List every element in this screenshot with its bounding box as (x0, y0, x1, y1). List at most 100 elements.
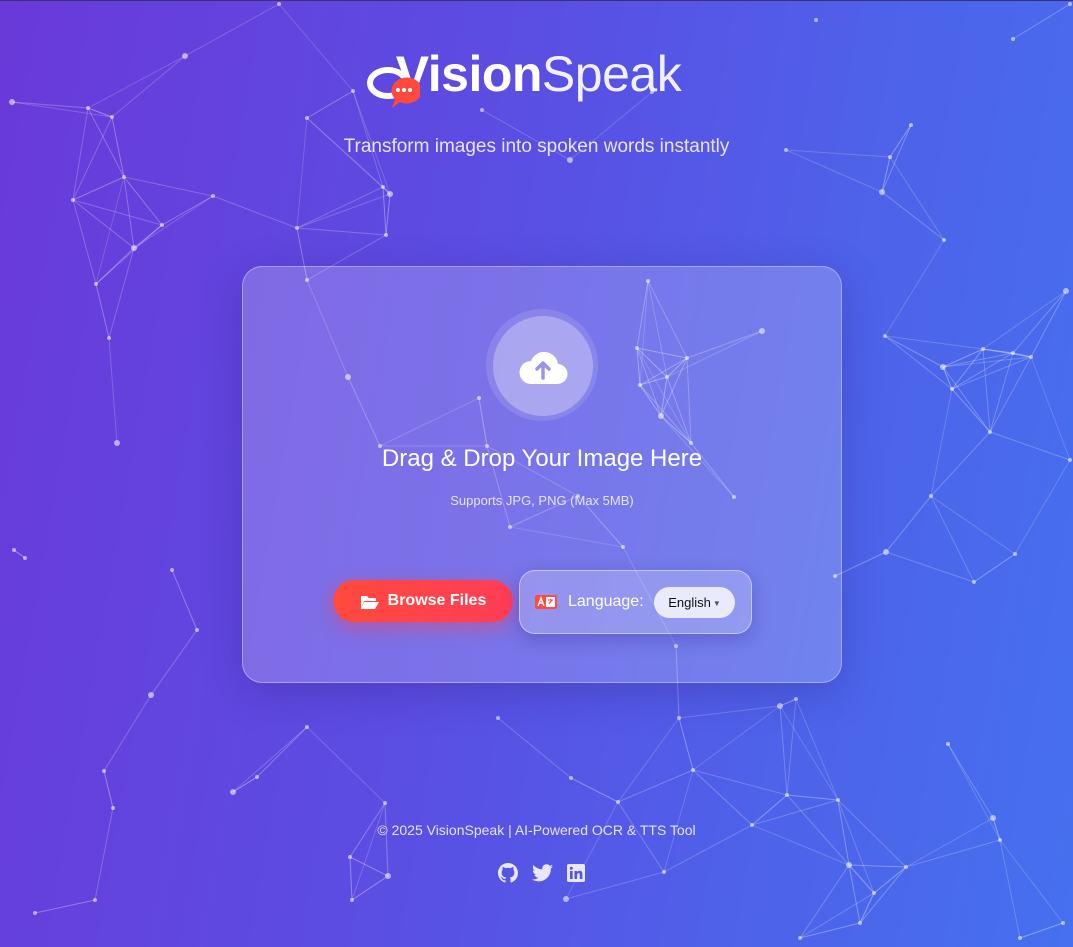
social-links (497, 862, 589, 884)
network-line (692, 705, 781, 771)
network-line (884, 239, 945, 337)
drop-zone-title: Drag & Drop Your Image Here (381, 445, 703, 472)
network-line (873, 866, 907, 894)
network-line (95, 283, 110, 339)
network-node (94, 282, 98, 286)
upload-card[interactable]: Drag & Drop Your Image Here Supports JPG… (242, 266, 842, 683)
network-node (480, 108, 484, 112)
network-line (212, 195, 298, 229)
network-node (1063, 288, 1069, 294)
cloud-upload-icon (519, 351, 568, 385)
network-line (889, 156, 945, 241)
network-line (382, 186, 387, 236)
eye-speech-icon (366, 67, 420, 108)
network-line (989, 356, 1032, 433)
network-node (387, 191, 393, 197)
network-node (946, 742, 950, 746)
network-line (1030, 290, 1067, 358)
network-line (678, 705, 781, 719)
network-line (795, 698, 839, 801)
network-line (947, 743, 994, 819)
github-icon (498, 863, 518, 883)
network-line (13, 549, 26, 559)
network-node (794, 697, 798, 701)
network-node (1018, 936, 1022, 940)
network-line (999, 839, 1021, 939)
network-node (1029, 355, 1033, 359)
network-node (950, 387, 954, 391)
network-node (940, 364, 946, 370)
network-node (148, 692, 154, 698)
network-node (71, 198, 75, 202)
network-node (211, 194, 215, 198)
network-line (349, 856, 389, 877)
network-line (497, 717, 572, 779)
network-node (1061, 921, 1065, 925)
network-line (11, 101, 113, 118)
network-node (1011, 351, 1015, 355)
network-line (779, 705, 839, 801)
network-node (904, 865, 908, 869)
network-node (160, 223, 164, 227)
network-line (34, 899, 96, 914)
network-line (95, 176, 125, 285)
drop-zone-subtitle: Supports JPG, PNG (Max 5MB) (450, 493, 634, 508)
network-line (786, 794, 839, 801)
brand-name-light: Speak (541, 46, 682, 102)
network-line (885, 495, 932, 553)
network-node (1011, 37, 1015, 41)
network-node (691, 768, 695, 772)
network-node (23, 556, 27, 560)
network-node (563, 896, 569, 902)
network-node (616, 800, 620, 804)
twitter-link[interactable] (531, 862, 553, 884)
network-node (385, 873, 391, 879)
network-line (351, 802, 386, 901)
network-node (988, 430, 992, 434)
upload-icon-circle[interactable] (493, 316, 593, 416)
network-line (930, 431, 991, 497)
network-line (296, 186, 384, 229)
network-line (72, 116, 113, 201)
chevron-down-icon: ▼ (712, 598, 721, 608)
network-line (951, 388, 991, 433)
language-select[interactable]: English ▼ (654, 587, 735, 618)
network-line (351, 875, 389, 901)
network-node (798, 936, 802, 940)
network-line (565, 801, 619, 900)
network-node (93, 898, 97, 902)
network-node (846, 862, 852, 868)
browse-files-label: Browse Files (387, 592, 487, 609)
network-node (348, 855, 352, 859)
network-line (103, 770, 114, 809)
network-line (678, 717, 694, 771)
network-node (879, 189, 885, 195)
network-node (942, 238, 946, 242)
network-node (381, 185, 385, 189)
network-line (779, 705, 788, 796)
network-line (349, 856, 353, 901)
network-line (232, 776, 258, 793)
github-link[interactable] (497, 862, 519, 884)
network-node (1068, 2, 1072, 6)
linkedin-link[interactable] (565, 862, 587, 884)
network-node (384, 233, 388, 237)
brand-logo: VisionSpeak (0, 44, 1073, 108)
network-line (973, 553, 1016, 583)
network-line (296, 117, 308, 229)
network-line (999, 839, 1064, 924)
network-node (836, 798, 840, 802)
language-selector-box: Language: English ▼ (519, 570, 752, 634)
network-node (1013, 552, 1017, 556)
network-line (884, 335, 944, 368)
network-node (295, 226, 299, 230)
network-line (799, 864, 850, 939)
linkedin-icon (567, 864, 585, 882)
folder-open-icon (360, 595, 379, 609)
network-line (982, 348, 1032, 358)
network-line (150, 629, 198, 696)
network-node (883, 334, 887, 338)
network-node (255, 775, 259, 779)
network-line (72, 199, 135, 249)
browse-files-button[interactable]: Browse Files (333, 580, 513, 622)
